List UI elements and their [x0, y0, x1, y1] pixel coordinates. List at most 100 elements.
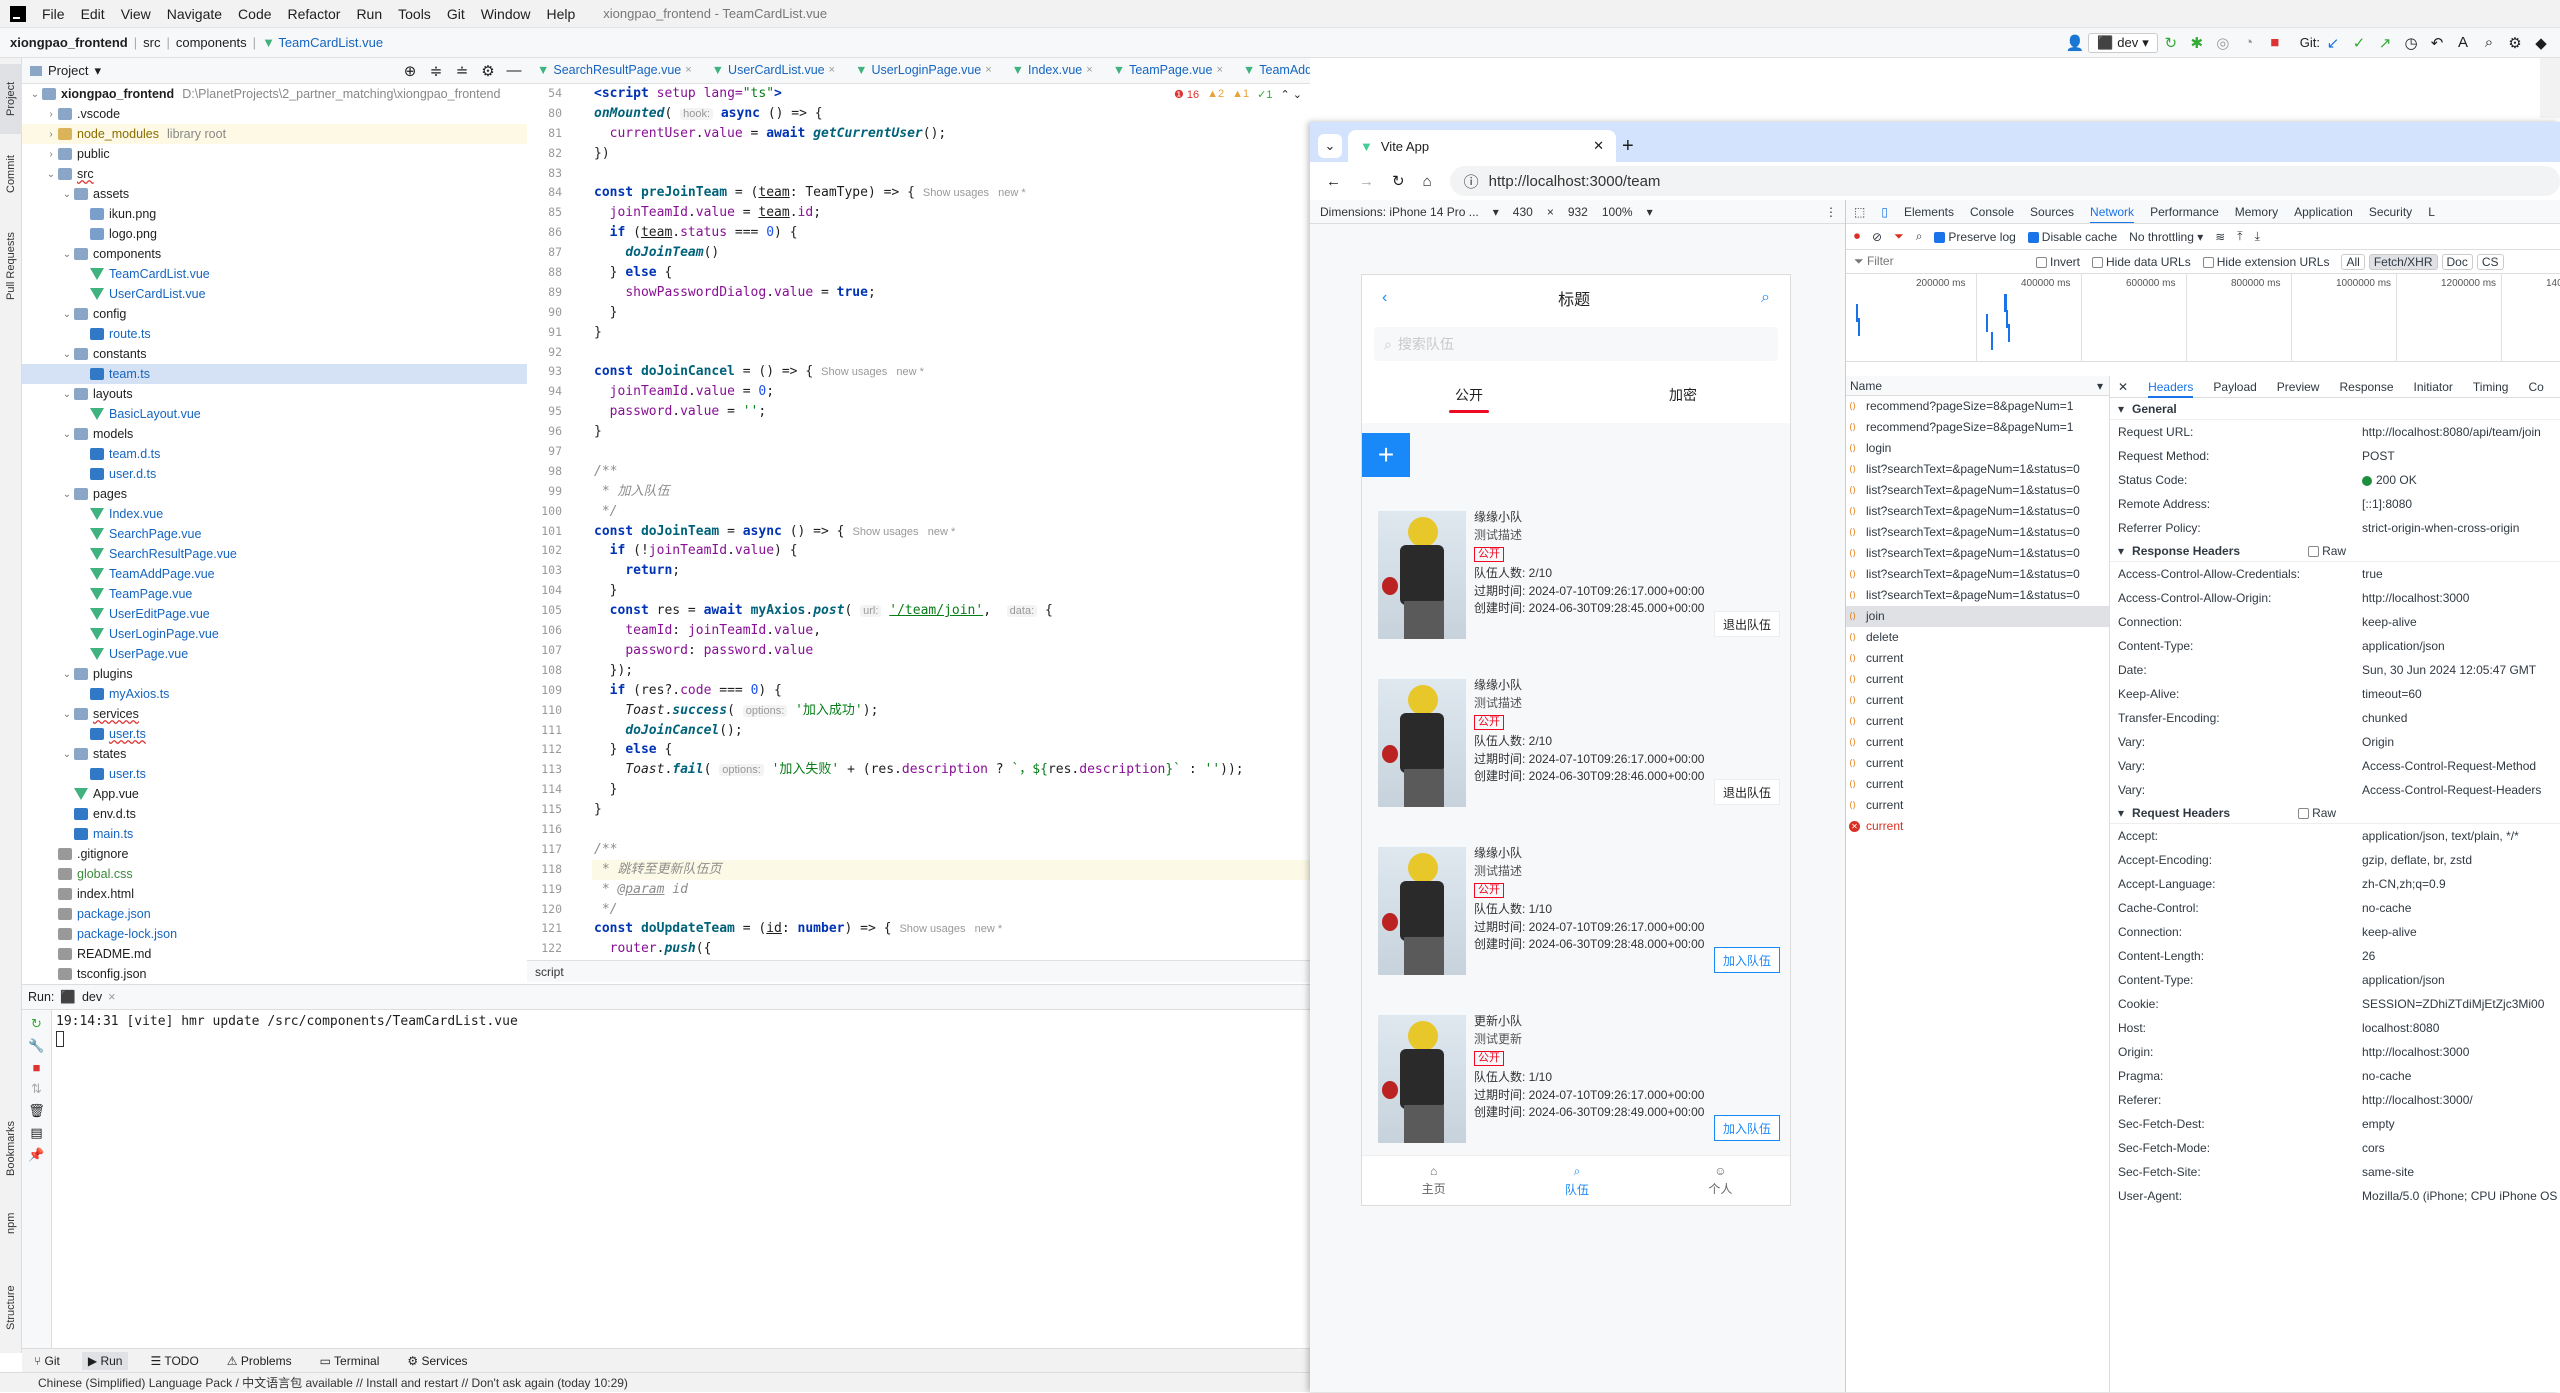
- join-team-button[interactable]: 加入队伍: [1713, 947, 1780, 973]
- request-row[interactable]: recommend?pageSize=8&pageNum=1: [1846, 396, 2109, 417]
- menu-edit[interactable]: Edit: [73, 6, 113, 22]
- tree-item[interactable]: user.ts: [22, 764, 527, 784]
- coverage-icon[interactable]: ◔: [2236, 31, 2262, 55]
- request-row[interactable]: current: [1846, 732, 2109, 753]
- settings-icon[interactable]: ⚙: [2502, 31, 2528, 55]
- tab-search-icon[interactable]: ⌄: [1318, 134, 1342, 158]
- chevron-down-icon[interactable]: ⌄: [60, 249, 74, 260]
- code-breadcrumb[interactable]: script: [527, 960, 1310, 982]
- device-toggle-icon[interactable]: ▯: [1881, 205, 1888, 219]
- chevron-down-icon[interactable]: ⌄: [60, 349, 74, 360]
- tree-item[interactable]: TeamPage.vue: [22, 584, 527, 604]
- breadcrumb-src[interactable]: src: [137, 35, 166, 50]
- devtools-tab-console[interactable]: Console: [1970, 205, 2014, 219]
- close-tab-icon[interactable]: ×: [1086, 64, 1092, 76]
- menu-navigate[interactable]: Navigate: [159, 6, 230, 22]
- tabbar-team[interactable]: ⌕ 队伍: [1505, 1156, 1648, 1205]
- tree-item[interactable]: UserEditPage.vue: [22, 604, 527, 624]
- bottom-tab-run[interactable]: ▶ Run: [81, 1351, 129, 1370]
- type-filter[interactable]: All: [2341, 253, 2365, 270]
- bottom-tab-services[interactable]: ⚙ Services: [401, 1352, 473, 1370]
- collapse-all-icon[interactable]: ≐: [449, 59, 475, 83]
- git-history-icon[interactable]: ◷: [2398, 31, 2424, 55]
- filter-input[interactable]: ⏷ Filter: [1854, 254, 2024, 269]
- import-icon[interactable]: ⤒: [2237, 229, 2242, 244]
- tree-item[interactable]: › node_modules library root: [22, 124, 527, 144]
- tree-item[interactable]: ⌄ layouts: [22, 384, 527, 404]
- request-row[interactable]: list?searchText=&pageNum=1&status=0: [1846, 459, 2109, 480]
- filter-icon[interactable]: ⏷: [1894, 229, 1904, 244]
- detail-tab-response[interactable]: Response: [2339, 380, 2393, 394]
- stop-icon[interactable]: ■: [22, 1060, 51, 1075]
- hide-extension-urls-checkbox[interactable]: Hide extension URLs: [2202, 255, 2329, 269]
- bottom-tab-problems[interactable]: ⚠ Problems: [221, 1352, 298, 1370]
- site-info-icon[interactable]: ⓘ: [1464, 171, 1479, 192]
- devtools-tab-application[interactable]: Application: [2294, 205, 2353, 219]
- network-timeline[interactable]: 200000 ms 400000 ms 600000 ms 800000 ms 1000…: [1846, 274, 2560, 362]
- request-row[interactable]: current: [1846, 711, 2109, 732]
- disable-cache-checkbox[interactable]: Disable cache: [2027, 230, 2117, 244]
- git-commit-icon[interactable]: ✓: [2346, 31, 2372, 55]
- tree-item[interactable]: BasicLayout.vue: [22, 404, 527, 424]
- devtools-tab-l[interactable]: L: [2428, 205, 2435, 219]
- debug-icon[interactable]: ✱: [2184, 31, 2210, 55]
- tab-secret[interactable]: 加密: [1576, 367, 1790, 423]
- tree-item[interactable]: App.vue: [22, 784, 527, 804]
- response-headers-section[interactable]: ▾ Response Headers Raw: [2110, 540, 2560, 562]
- request-row[interactable]: current: [1846, 690, 2109, 711]
- tree-item[interactable]: logo.png: [22, 224, 527, 244]
- close-tab-icon[interactable]: ×: [1216, 64, 1222, 76]
- close-tab-icon[interactable]: ×: [985, 64, 991, 76]
- detail-tab-headers[interactable]: Headers: [2148, 376, 2194, 398]
- search-icon[interactable]: ⌕: [1916, 229, 1923, 244]
- detail-tab-timing[interactable]: Timing: [2473, 380, 2509, 394]
- devtools-tab-elements[interactable]: Elements: [1904, 205, 1954, 219]
- breadcrumb-components[interactable]: components: [170, 35, 253, 50]
- translate-icon[interactable]: A: [2450, 31, 2476, 55]
- request-row[interactable]: list?searchText=&pageNum=1&status=0: [1846, 543, 2109, 564]
- tree-item[interactable]: TeamAddPage.vue: [22, 564, 527, 584]
- profile-icon[interactable]: ◎: [2210, 31, 2236, 55]
- commit-tool-tab[interactable]: Commit: [0, 142, 22, 206]
- tree-item[interactable]: ⌄ assets: [22, 184, 527, 204]
- detail-tab-payload[interactable]: Payload: [2213, 380, 2256, 394]
- new-tab-button[interactable]: +: [1622, 135, 1634, 158]
- menu-run[interactable]: Run: [348, 6, 390, 22]
- tabbar-home[interactable]: ⌂ 主页: [1362, 1156, 1505, 1205]
- clear-icon[interactable]: ⊘: [1872, 230, 1882, 244]
- preserve-log-checkbox[interactable]: Preserve log: [1934, 230, 2016, 244]
- device-width[interactable]: 430: [1513, 205, 1533, 219]
- rerun-icon[interactable]: ↻: [2158, 31, 2184, 55]
- chevron-down-icon[interactable]: ⌄: [60, 749, 74, 760]
- join-team-button[interactable]: 加入队伍: [1713, 1115, 1780, 1141]
- home-icon[interactable]: ⌂: [1423, 173, 1432, 190]
- url-field[interactable]: ⓘ http://localhost:3000/team: [1449, 166, 2560, 196]
- tab-public[interactable]: 公开: [1362, 367, 1576, 423]
- chevron-down-icon[interactable]: ⌄: [60, 309, 74, 320]
- request-row[interactable]: current: [1846, 816, 2109, 837]
- run-config-selector[interactable]: ⬛ dev ▾: [2088, 32, 2158, 53]
- bottom-tab-git[interactable]: ⑂ Git: [28, 1352, 66, 1370]
- wrench-icon[interactable]: 🔧: [22, 1038, 51, 1054]
- menu-help[interactable]: Help: [539, 6, 584, 22]
- editor-tab[interactable]: ▼ UserLoginPage.vue ×: [845, 58, 1002, 83]
- tree-item[interactable]: user.d.ts: [22, 464, 527, 484]
- tree-item[interactable]: index.html: [22, 884, 527, 904]
- devtools-tab-memory[interactable]: Memory: [2235, 205, 2278, 219]
- type-filter[interactable]: CS: [2476, 253, 2504, 270]
- type-filter[interactable]: Fetch/XHR: [2368, 253, 2438, 270]
- quit-team-button[interactable]: 退出队伍: [1713, 611, 1780, 637]
- request-row[interactable]: current: [1846, 669, 2109, 690]
- close-tab-icon[interactable]: ×: [685, 64, 691, 76]
- device-selector[interactable]: Dimensions: iPhone 14 Pro ...: [1320, 205, 1479, 219]
- git-push-icon[interactable]: ↗: [2372, 31, 2398, 55]
- rerun-icon[interactable]: ↻: [22, 1016, 51, 1032]
- tree-item[interactable]: ⌄ config: [22, 304, 527, 324]
- request-row[interactable]: list?searchText=&pageNum=1&status=0: [1846, 501, 2109, 522]
- search-icon[interactable]: ⌕: [1761, 289, 1770, 307]
- invert-checkbox[interactable]: Invert: [2036, 255, 2080, 269]
- menu-refactor[interactable]: Refactor: [280, 6, 349, 22]
- detail-tab-initiator[interactable]: Initiator: [2414, 380, 2453, 394]
- hide-icon[interactable]: —: [501, 59, 527, 83]
- chevron-down-icon[interactable]: ⌄: [60, 669, 74, 680]
